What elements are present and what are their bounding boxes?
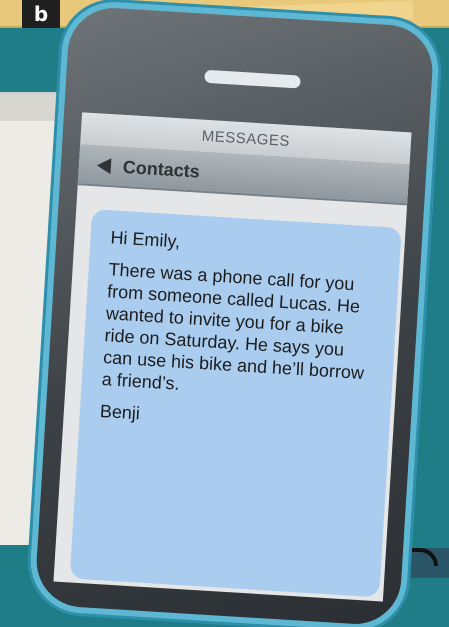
contacts-label: Contacts — [122, 156, 201, 182]
message-bubble: Hi Emily, There was a phone call for you… — [69, 209, 402, 598]
mobile-phone: MESSAGES Contacts Hi Emily, There was a … — [34, 5, 435, 627]
back-arrow-icon — [96, 157, 112, 175]
phone-speaker — [204, 69, 301, 89]
card-strip — [0, 95, 62, 121]
message-greeting: Hi Emily, — [109, 227, 181, 252]
exercise-label: b — [22, 0, 60, 28]
message-signature: Benji — [99, 400, 141, 424]
phone-screen: MESSAGES Contacts Hi Emily, There was a … — [53, 112, 412, 602]
messages-title: MESSAGES — [201, 127, 291, 150]
message-body: There was a phone call for you from some… — [101, 259, 365, 394]
